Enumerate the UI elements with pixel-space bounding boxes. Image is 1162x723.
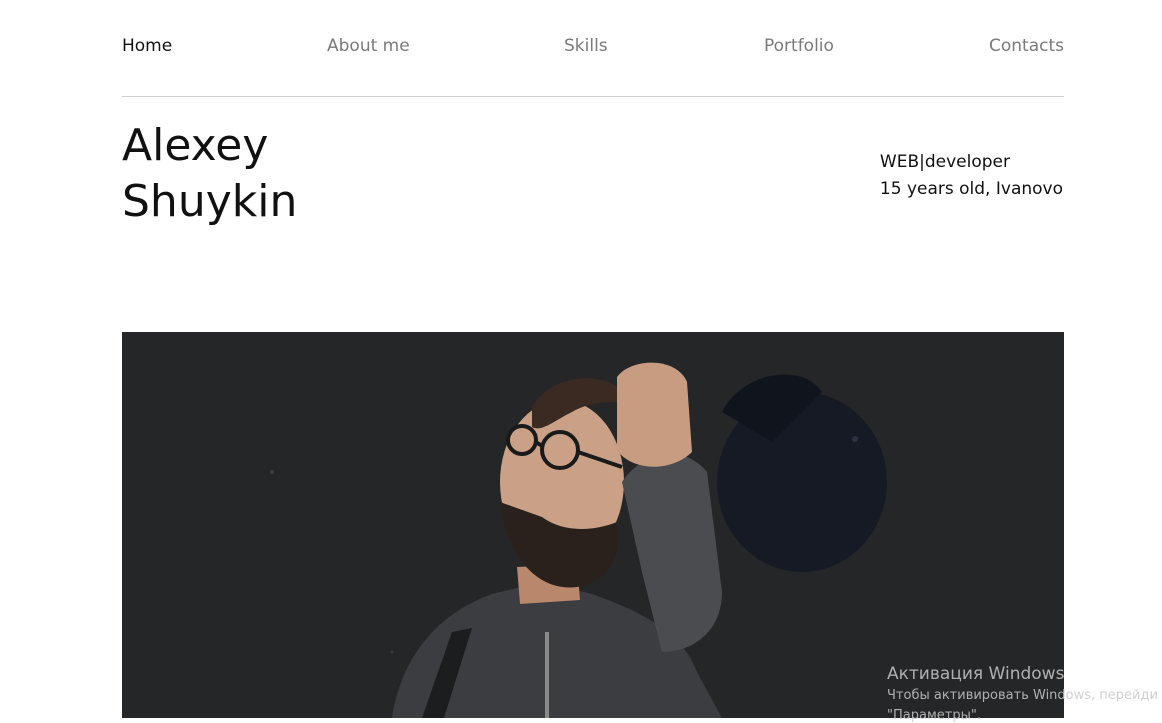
- zipper: [545, 632, 549, 718]
- nav-item-portfolio[interactable]: Portfolio: [764, 30, 834, 62]
- hero-photo-illustration: [122, 332, 1064, 718]
- cap-button: [852, 436, 858, 442]
- wall-speck: [270, 470, 274, 474]
- details-text: 15 years old, Ivanovo: [879, 179, 1063, 199]
- profile-info: WEB|developer 15 years old, Ivanovo: [880, 149, 1063, 203]
- nav-item-skills[interactable]: Skills: [564, 30, 608, 62]
- main-nav: Home About me Skills Portfolio Contacts: [122, 30, 1064, 62]
- nav-item-home[interactable]: Home: [122, 30, 172, 62]
- nav-item-about-me[interactable]: About me: [327, 30, 410, 62]
- hand: [617, 362, 692, 467]
- watermark-line: Чтобы активировать Windows, перейди: [887, 688, 1158, 703]
- watermark-title: Активация Windows: [887, 664, 1065, 684]
- last-name: Shuykin: [122, 176, 298, 227]
- role-text: WEB|developer: [879, 152, 1010, 172]
- page-title: Alexey Shuykin: [122, 118, 297, 230]
- first-name: Alexey: [122, 120, 269, 171]
- watermark-line: "Параметры".: [887, 708, 981, 723]
- wall-speck: [390, 650, 394, 654]
- portfolio-page: Home About me Skills Portfolio Contacts …: [0, 0, 1162, 723]
- nav-item-contacts[interactable]: Contacts: [989, 30, 1064, 62]
- windows-activation-watermark: Активация Windows Чтобы активировать Win…: [887, 662, 1162, 723]
- hero-photo: [122, 332, 1064, 718]
- header-divider: [122, 96, 1064, 97]
